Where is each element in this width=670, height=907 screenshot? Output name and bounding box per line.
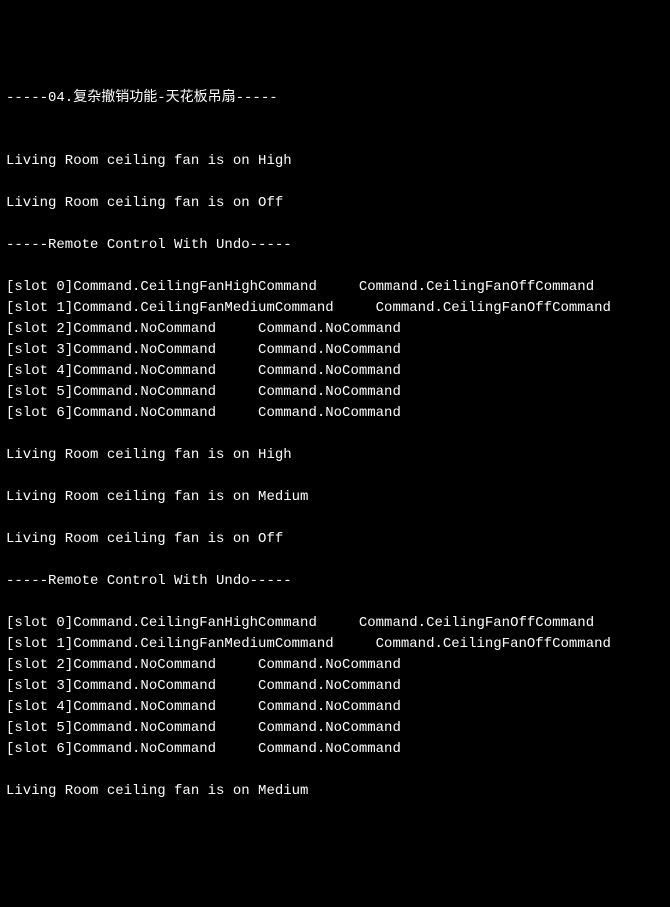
console-output: -----04.复杂撤销功能-天花板吊扇----- Living Room cei…	[6, 88, 664, 802]
console-line: Living Room ceiling fan is on Off	[6, 193, 664, 214]
console-line: [slot 0]Command.CeilingFanHighCommand Co…	[6, 277, 664, 298]
console-line: [slot 3]Command.NoCommand Command.NoComm…	[6, 340, 664, 361]
console-line: [slot 3]Command.NoCommand Command.NoComm…	[6, 676, 664, 697]
console-line: [slot 2]Command.NoCommand Command.NoComm…	[6, 655, 664, 676]
console-line	[6, 508, 664, 529]
console-line: Living Room ceiling fan is on Off	[6, 529, 664, 550]
console-line: [slot 6]Command.NoCommand Command.NoComm…	[6, 403, 664, 424]
console-line	[6, 424, 664, 445]
console-line: -----Remote Control With Undo-----	[6, 571, 664, 592]
console-line	[6, 256, 664, 277]
console-line: [slot 6]Command.NoCommand Command.NoComm…	[6, 739, 664, 760]
console-line	[6, 172, 664, 193]
console-line	[6, 592, 664, 613]
console-line	[6, 466, 664, 487]
console-line: [slot 0]Command.CeilingFanHighCommand Co…	[6, 613, 664, 634]
console-line: [slot 5]Command.NoCommand Command.NoComm…	[6, 718, 664, 739]
console-line	[6, 109, 664, 130]
console-line	[6, 214, 664, 235]
console-line	[6, 760, 664, 781]
console-line	[6, 130, 664, 151]
console-line: [slot 4]Command.NoCommand Command.NoComm…	[6, 697, 664, 718]
console-line: [slot 4]Command.NoCommand Command.NoComm…	[6, 361, 664, 382]
console-line: [slot 5]Command.NoCommand Command.NoComm…	[6, 382, 664, 403]
console-line: Living Room ceiling fan is on High	[6, 445, 664, 466]
console-line: [slot 1]Command.CeilingFanMediumCommand …	[6, 634, 664, 655]
console-line: [slot 1]Command.CeilingFanMediumCommand …	[6, 298, 664, 319]
console-line: -----Remote Control With Undo-----	[6, 235, 664, 256]
console-line: -----04.复杂撤销功能-天花板吊扇-----	[6, 88, 664, 109]
console-line: Living Room ceiling fan is on High	[6, 151, 664, 172]
console-line: Living Room ceiling fan is on Medium	[6, 781, 664, 802]
console-line	[6, 550, 664, 571]
console-line: Living Room ceiling fan is on Medium	[6, 487, 664, 508]
console-line: [slot 2]Command.NoCommand Command.NoComm…	[6, 319, 664, 340]
